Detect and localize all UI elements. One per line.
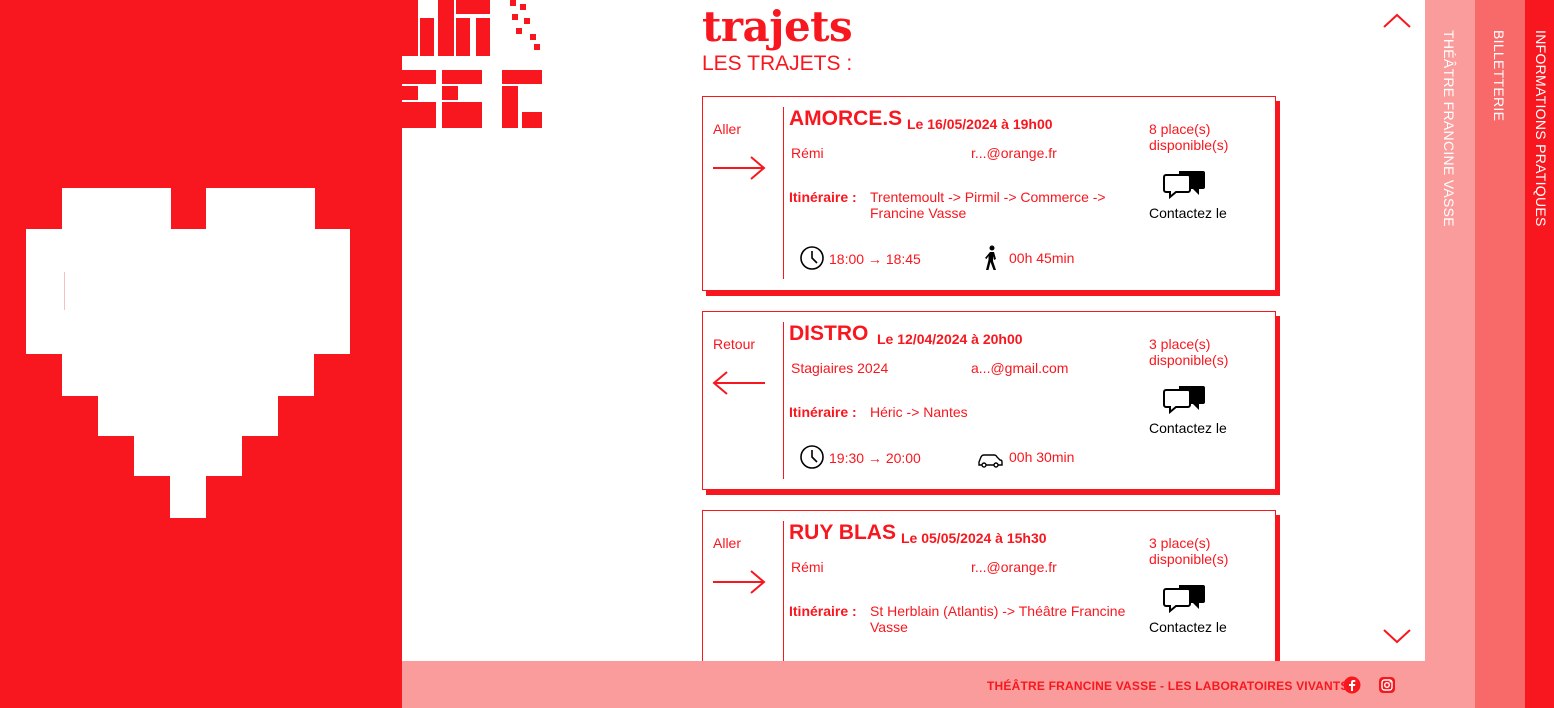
footer-text: THÉÂTRE FRANCINE VASSE - LES LABORATOIRE… [987,679,1349,693]
clock-icon [800,246,824,270]
trip-route: St Herblain (Atlantis) -> Théâtre Franci… [870,603,1126,635]
tab-billetterie[interactable]: BILLETTERIE [1475,0,1525,708]
trip-direction: Aller [713,121,742,137]
tab-informations-pratiques[interactable]: INFORMATIONS PRATIQUES [1525,0,1554,708]
trip-date: Le 05/05/2024 à 15h30 [901,530,1047,546]
tab-theatre-francine-vasse[interactable]: THÉÂTRE FRANCINE VASSE [1425,0,1475,708]
arrow-right-icon [713,570,766,594]
trip-card[interactable]: Retour DISTRO Le 12/04/2024 à 20h00 Stag… [702,311,1276,490]
trip-show-title: RUY BLAS [789,521,896,544]
contact-link[interactable]: Contactez le [1149,619,1227,635]
chat-bubbles-icon[interactable] [1163,583,1207,613]
trip-email: a...@gmail.com [971,360,1069,376]
trip-card[interactable]: Aller RUY BLAS Le 05/05/2024 à 15h30 Rém… [702,510,1276,682]
trip-available-places: 3 place(s) disponible(s) [1149,336,1229,368]
trip-driver: Rémi [791,559,824,575]
trip-driver: Stagiaires 2024 [791,360,889,376]
chat-bubbles-icon[interactable] [1163,169,1207,199]
trip-show-title: AMORCE.S [789,107,903,130]
arrow-right-icon [713,156,766,180]
trip-driver: Rémi [791,145,824,161]
trip-direction: Retour [713,336,756,352]
footer: THÉÂTRE FRANCINE VASSE - LES LABORATOIRE… [402,661,1425,708]
scroll-up-chevron-icon[interactable] [1382,10,1412,30]
trip-route: Trentemoult -> Pirmil -> Commerce -> Fra… [870,189,1106,221]
pixel-heart-icon [26,188,350,518]
tab-label: THÉÂTRE FRANCINE VASSE [1441,30,1457,227]
trip-date: Le 12/04/2024 à 20h00 [877,331,1023,347]
trip-date: Le 16/05/2024 à 19h00 [907,116,1053,132]
trip-route-label: Itinéraire : [789,404,857,420]
trip-show-title: DISTRO [789,322,869,345]
trip-route-label: Itinéraire : [789,189,857,205]
trip-route-label: Itinéraire : [789,603,857,619]
trip-duration: 00h 45min [1009,250,1075,266]
car-icon [978,454,1003,468]
trip-route: Héric -> Nantes [870,404,968,420]
section-title: LES TRAJETS : [702,52,853,75]
contact-link[interactable]: Contactez le [1149,205,1227,221]
main-content: trajets LES TRAJETS : Aller AMORCE.S Le … [402,0,1425,682]
trip-time: 19:30 → 20:00 [829,450,921,466]
separator [783,521,784,681]
instagram-icon[interactable] [1378,676,1396,694]
walk-icon [985,245,996,270]
trip-email: r...@orange.fr [971,145,1057,161]
trip-direction: Aller [713,535,742,551]
page-title: trajets [702,2,853,51]
trip-time: 18:00 → 18:45 [829,251,921,267]
trip-email: r...@orange.fr [971,559,1057,575]
trip-available-places: 3 place(s) disponible(s) [1149,535,1229,567]
theatre-logo[interactable] [402,0,544,130]
trip-available-places: 8 place(s) disponible(s) [1149,121,1229,153]
left-panel [0,0,402,708]
contact-link[interactable]: Contactez le [1149,420,1227,436]
tab-label: BILLETTERIE [1491,30,1507,122]
facebook-icon[interactable] [1343,676,1361,694]
trip-card[interactable]: Aller AMORCE.S Le 16/05/2024 à 19h00 Rém… [702,96,1276,291]
separator [783,107,784,279]
trip-duration: 00h 30min [1009,449,1075,465]
tab-label: INFORMATIONS PRATIQUES [1533,30,1549,227]
separator [783,322,784,479]
arrow-left-icon [712,371,765,395]
clock-icon [800,445,824,469]
chat-bubbles-icon[interactable] [1163,384,1207,414]
scroll-down-chevron-icon[interactable] [1382,627,1412,647]
